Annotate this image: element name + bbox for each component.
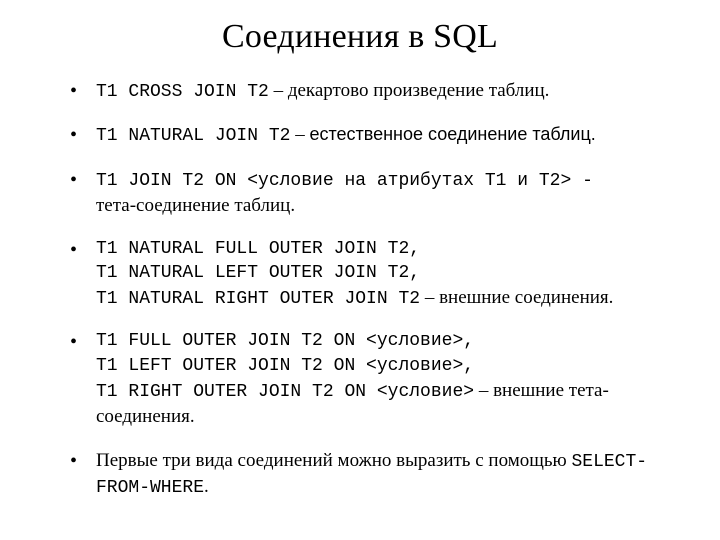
list-item: Первые три вида соединений можно выразит… [70, 448, 670, 501]
note-text: Первые три вида соединений можно выразит… [96, 450, 571, 471]
page-title: Соединения в SQL [40, 18, 680, 56]
code-line: T1 FULL OUTER JOIN T2 ON <условие>, [96, 329, 670, 353]
code-text: T1 NATURAL JOIN T2 [96, 126, 290, 146]
code-line: T1 NATURAL RIGHT OUTER JOIN T2 [96, 289, 420, 309]
code-line: T1 NATURAL LEFT OUTER JOIN T2, [96, 261, 670, 285]
dash: – [269, 80, 288, 101]
code-line: T1 NATURAL FULL OUTER JOIN T2, [96, 237, 670, 261]
dash: – [290, 124, 309, 145]
description: декартово произведение таблиц. [288, 80, 550, 101]
list-item: T1 NATURAL FULL OUTER JOIN T2, T1 NATURA… [70, 237, 670, 312]
dash: – [420, 287, 439, 308]
description: внешние соединения. [439, 287, 613, 308]
description: естественное соединение таблиц. [309, 124, 595, 144]
hyphen: - [571, 171, 593, 191]
list-item: T1 FULL OUTER JOIN T2 ON <условие>, T1 L… [70, 329, 670, 430]
note-text: . [204, 476, 209, 497]
list-item: T1 JOIN T2 ON <условие на атрибутах T1 и… [70, 167, 670, 219]
slide: Соединения в SQL T1 CROSS JOIN T2 – дека… [0, 0, 720, 540]
list-item: T1 NATURAL JOIN T2 – естественное соедин… [70, 122, 670, 148]
code-text: T1 CROSS JOIN T2 [96, 82, 269, 102]
code-line: T1 LEFT OUTER JOIN T2 ON <условие>, [96, 354, 670, 378]
code-text: T1 JOIN T2 ON <условие на атрибутах T1 и… [96, 171, 571, 191]
code-line: T1 RIGHT OUTER JOIN T2 ON <условие> [96, 382, 474, 402]
list-item: T1 CROSS JOIN T2 – декартово произведени… [70, 78, 670, 104]
dash: – [474, 380, 493, 401]
description: тета-соединение таблиц. [96, 193, 670, 219]
bullet-list: T1 CROSS JOIN T2 – декартово произведени… [40, 78, 680, 501]
